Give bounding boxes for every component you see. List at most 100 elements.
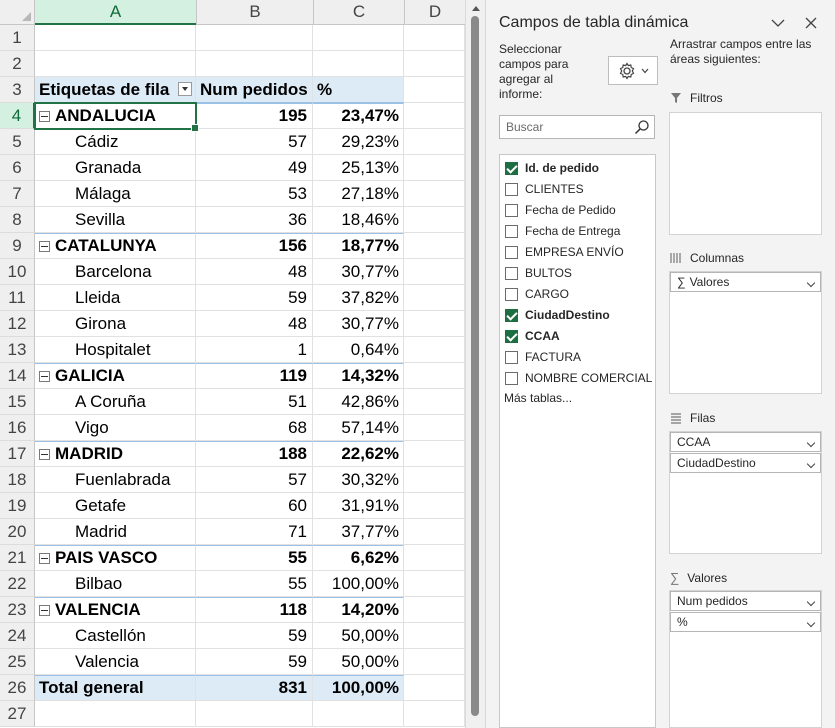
collapse-icon[interactable] (39, 552, 50, 564)
row-label-cell[interactable]: A Coruña (35, 389, 196, 415)
chevron-down-icon[interactable] (806, 459, 816, 469)
percent-cell[interactable]: 0,64% (313, 337, 404, 363)
collapse-icon[interactable] (39, 110, 50, 122)
row-number[interactable]: 4 (0, 103, 35, 129)
percent-cell[interactable]: 30,77% (313, 259, 404, 285)
cell[interactable] (404, 129, 465, 155)
count-cell[interactable]: 59 (196, 623, 313, 649)
row-label-cell[interactable]: Barcelona (35, 259, 196, 285)
row-number[interactable]: 1 (0, 25, 35, 51)
count-cell[interactable]: 48 (196, 311, 313, 337)
count-cell[interactable]: 71 (196, 519, 313, 545)
cell[interactable] (404, 519, 465, 545)
tools-button[interactable] (608, 56, 658, 85)
row-number[interactable]: 7 (0, 181, 35, 207)
count-cell[interactable]: 36 (196, 207, 313, 233)
row-label-cell[interactable]: PAIS VASCO (35, 545, 196, 571)
cell[interactable] (404, 467, 465, 493)
cell[interactable] (404, 311, 465, 337)
cell[interactable] (196, 51, 313, 77)
values-field-chip[interactable]: Num pedidos (670, 591, 821, 611)
column-header-c[interactable]: C (313, 0, 404, 25)
cell[interactable] (404, 259, 465, 285)
row-number[interactable]: 24 (0, 623, 35, 649)
row-label-cell[interactable]: Castellón (35, 623, 196, 649)
count-cell[interactable]: 48 (196, 259, 313, 285)
percent-cell[interactable]: 23,47% (313, 103, 404, 129)
field-checkbox[interactable] (505, 182, 518, 196)
percent-cell[interactable]: 14,20% (313, 597, 404, 623)
scrollbar-thumb[interactable] (471, 16, 479, 716)
cell[interactable] (404, 649, 465, 675)
row-label-cell[interactable]: Valencia (35, 649, 196, 675)
percent-cell[interactable]: 100,00% (313, 675, 404, 701)
row-label-cell[interactable]: VALENCIA (35, 597, 196, 623)
percent-cell[interactable]: 37,82% (313, 285, 404, 311)
spreadsheet-grid[interactable]: A B C D 1 2 3 Etiquetas de fila Num pedi… (0, 0, 465, 728)
field-checkbox[interactable] (505, 266, 518, 280)
cell[interactable] (404, 77, 465, 103)
row-number[interactable]: 27 (0, 701, 35, 727)
percent-cell[interactable]: 27,18% (313, 181, 404, 207)
count-cell[interactable]: 60 (196, 493, 313, 519)
count-cell[interactable]: 188 (196, 441, 313, 467)
cell[interactable] (196, 25, 313, 51)
row-number[interactable]: 13 (0, 337, 35, 363)
field-checkbox[interactable] (505, 245, 518, 259)
row-label-cell[interactable] (35, 701, 196, 727)
column-header-a[interactable]: A (35, 0, 196, 25)
cell[interactable] (404, 623, 465, 649)
values-drop-area[interactable]: Num pedidos % (669, 590, 822, 728)
field-checkbox[interactable] (505, 203, 518, 217)
cell[interactable] (404, 415, 465, 441)
row-number[interactable]: 18 (0, 467, 35, 493)
field-checkbox[interactable] (505, 329, 518, 343)
count-cell[interactable]: 59 (196, 285, 313, 311)
cell[interactable] (404, 103, 465, 129)
row-number[interactable]: 14 (0, 363, 35, 389)
row-label-cell[interactable]: Madrid (35, 519, 196, 545)
percent-cell[interactable]: 57,14% (313, 415, 404, 441)
cell[interactable] (313, 51, 404, 77)
count-cell[interactable]: 55 (196, 571, 313, 597)
percent-cell[interactable]: 18,46% (313, 207, 404, 233)
row-label-cell[interactable]: Sevilla (35, 207, 196, 233)
cell[interactable] (35, 25, 196, 51)
row-label-cell[interactable]: CATALUNYA (35, 233, 196, 259)
percent-cell[interactable]: 50,00% (313, 623, 404, 649)
percent-cell[interactable]: 30,32% (313, 467, 404, 493)
scroll-up-icon[interactable] (472, 6, 480, 11)
row-number[interactable]: 23 (0, 597, 35, 623)
cell[interactable] (404, 493, 465, 519)
chevron-down-icon[interactable] (806, 618, 816, 628)
count-cell[interactable]: 1 (196, 337, 313, 363)
chevron-down-icon[interactable] (806, 597, 816, 607)
cell[interactable] (35, 51, 196, 77)
rows-field-chip[interactable]: CiudadDestino (670, 453, 821, 473)
row-label-cell[interactable]: Getafe (35, 493, 196, 519)
percent-cell[interactable]: 31,91% (313, 493, 404, 519)
percent-cell[interactable]: 22,62% (313, 441, 404, 467)
percent-cell[interactable]: 37,77% (313, 519, 404, 545)
filters-drop-area[interactable] (669, 112, 822, 235)
row-number[interactable]: 16 (0, 415, 35, 441)
field-checkbox[interactable] (505, 371, 518, 385)
row-number[interactable]: 17 (0, 441, 35, 467)
filter-dropdown-icon[interactable] (178, 82, 192, 96)
chevron-down-icon[interactable] (768, 13, 788, 33)
field-list-item[interactable]: EMPRESA ENVÍO (505, 243, 624, 261)
field-list-item[interactable]: Fecha de Pedido (505, 201, 616, 219)
row-number[interactable]: 26 (0, 675, 35, 701)
pivot-count-header[interactable]: Num pedidos (196, 77, 313, 103)
cell[interactable] (404, 25, 465, 51)
count-cell[interactable]: 68 (196, 415, 313, 441)
row-number[interactable]: 12 (0, 311, 35, 337)
cell[interactable] (404, 363, 465, 389)
cell[interactable] (313, 25, 404, 51)
row-number[interactable]: 6 (0, 155, 35, 181)
percent-cell[interactable]: 50,00% (313, 649, 404, 675)
row-label-cell[interactable]: Vigo (35, 415, 196, 441)
count-cell[interactable]: 156 (196, 233, 313, 259)
row-number[interactable]: 2 (0, 51, 35, 77)
field-list-item[interactable]: CARGO (505, 285, 569, 303)
